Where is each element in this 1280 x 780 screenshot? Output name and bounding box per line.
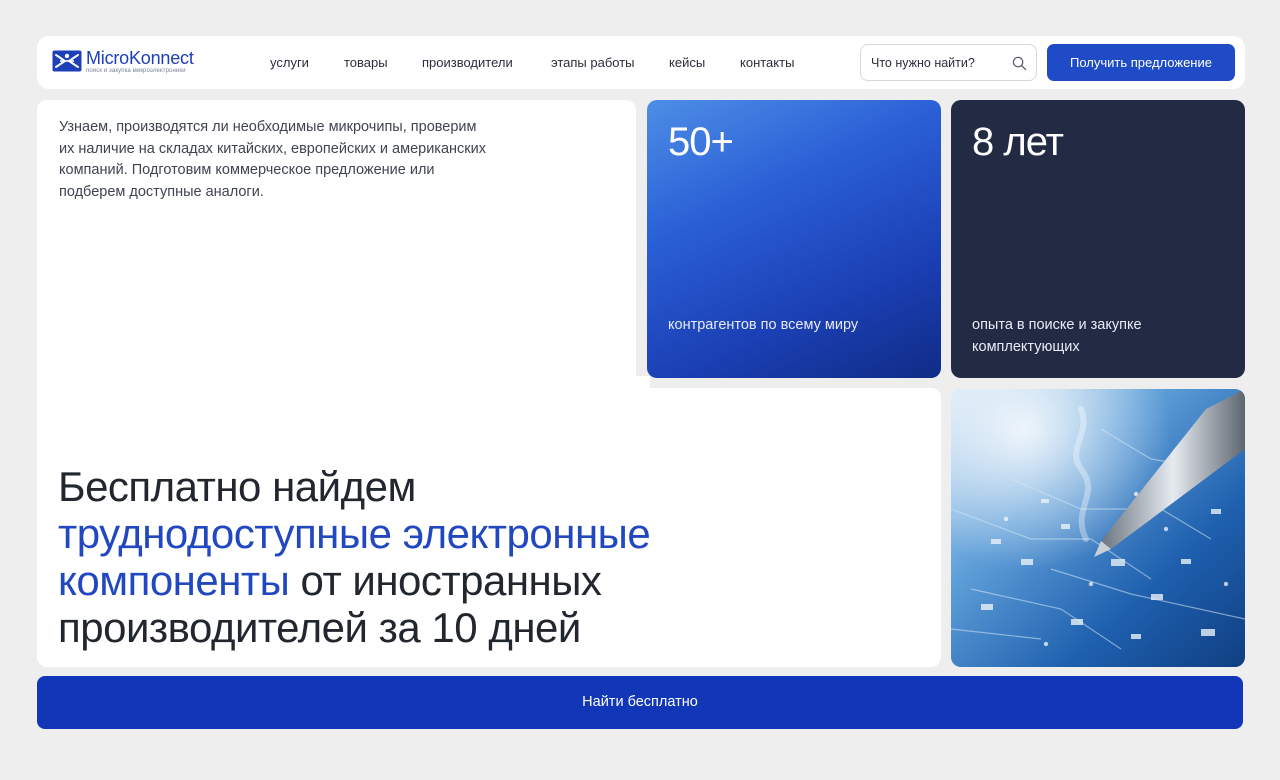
logo-name: MicroKonnect bbox=[86, 48, 194, 68]
circuit-board-image bbox=[951, 389, 1245, 667]
nav-item-cases[interactable]: кейсы bbox=[669, 55, 705, 70]
nav-item-services[interactable]: услуги bbox=[270, 55, 309, 70]
site-header: MicroKonnect поиск и закупка микроэлектр… bbox=[37, 36, 1245, 89]
get-offer-button[interactable]: Получить предложение bbox=[1047, 44, 1235, 81]
nav-item-manufacturers[interactable]: производители bbox=[422, 55, 513, 70]
nav-item-work-stages[interactable]: этапы работы bbox=[551, 55, 635, 70]
stat-caption: контрагентов по всему миру bbox=[668, 317, 859, 333]
stat-value: 50+ bbox=[668, 120, 734, 164]
stat-card-partners: 50+ контрагентов по всему миру bbox=[647, 100, 941, 378]
logo[interactable]: MicroKonnect поиск и закупка микроэлектр… bbox=[52, 48, 222, 76]
stat-value: 8 лет bbox=[972, 120, 1064, 164]
hero-headline: Бесплатно найдем труднодоступные электро… bbox=[58, 463, 778, 651]
find-free-button[interactable]: Найти бесплатно bbox=[37, 676, 1243, 729]
search-input[interactable] bbox=[871, 54, 1001, 72]
stat-card-experience: 8 лет опыта в поиске и закупке комплекту… bbox=[951, 100, 1245, 378]
nav-item-products[interactable]: товары bbox=[344, 55, 388, 70]
logo-tagline: поиск и закупка микроэлектроники bbox=[86, 68, 186, 74]
search-box bbox=[860, 44, 1037, 81]
stat-caption: опыта в поиске и закупке комплектующих bbox=[972, 317, 1142, 355]
headline-part-1: Бесплатно найдем bbox=[58, 463, 416, 510]
nav-item-contacts[interactable]: контакты bbox=[740, 55, 794, 70]
microchip-logo-icon bbox=[52, 50, 82, 72]
hero-intro-text: Узнаем, производятся ли необходимые микр… bbox=[59, 119, 486, 200]
search-icon[interactable] bbox=[1012, 56, 1027, 71]
